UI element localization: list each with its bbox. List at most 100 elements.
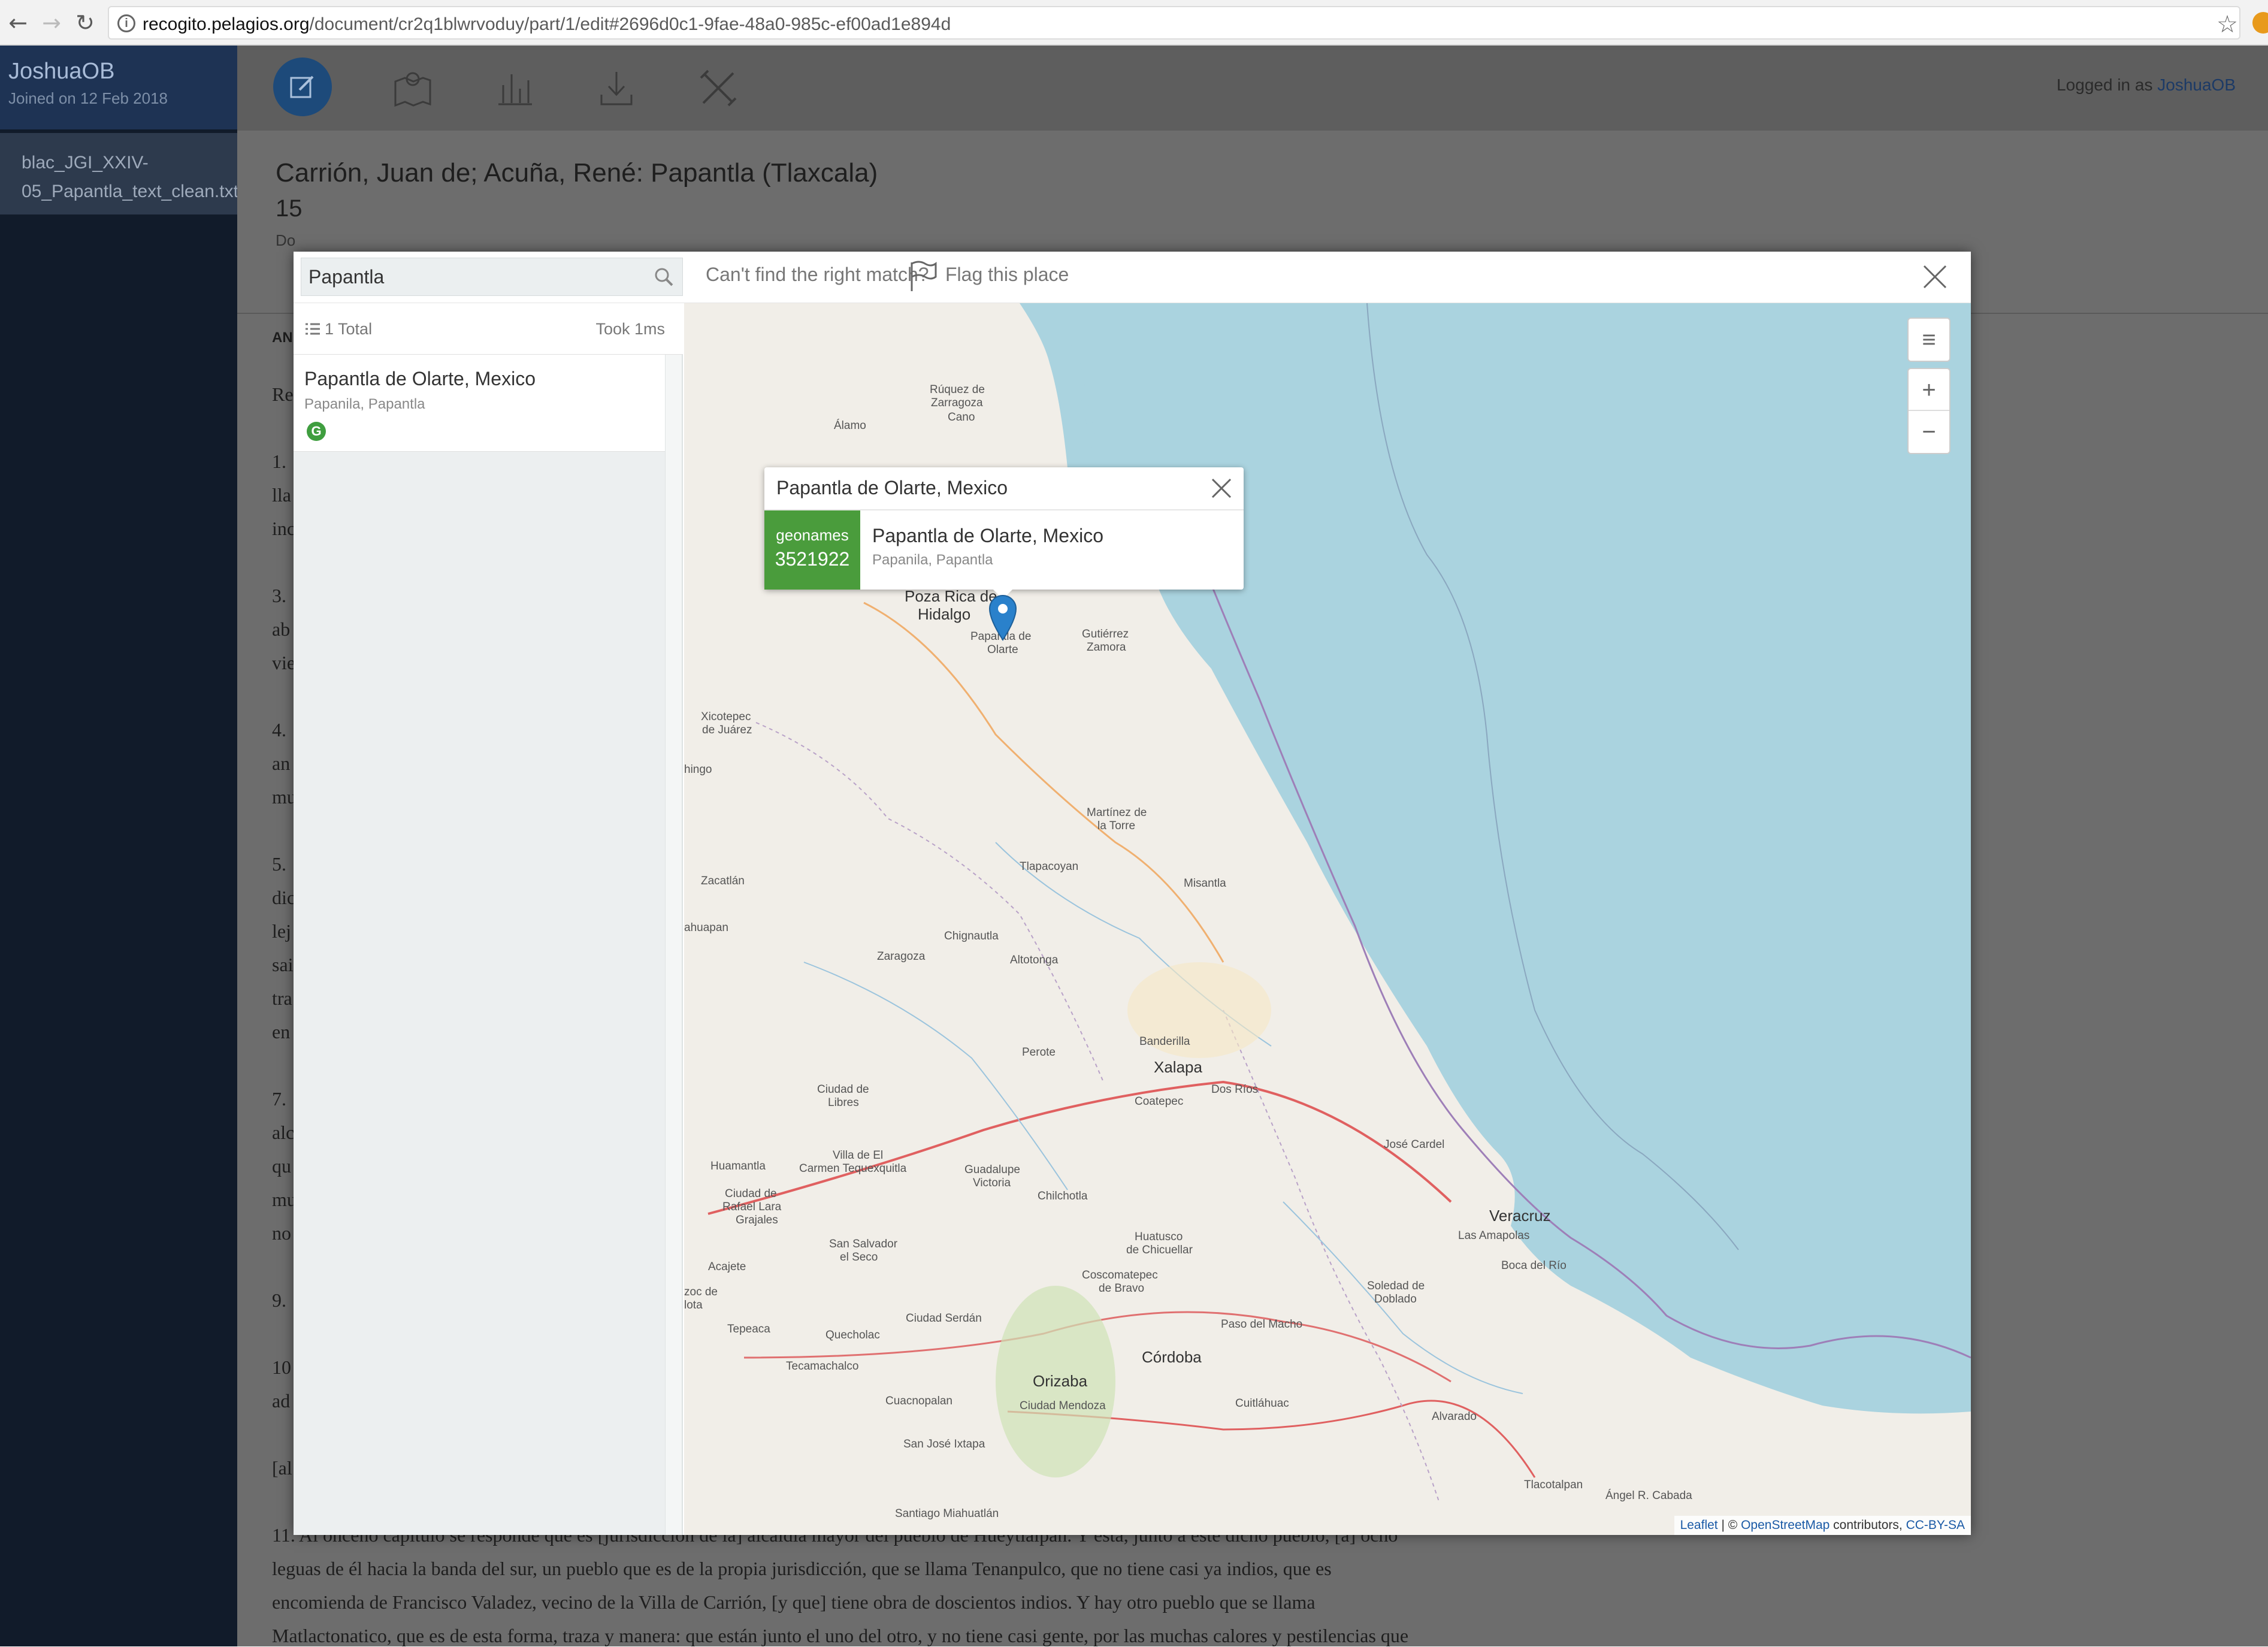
map-tool-icon[interactable] bbox=[392, 67, 434, 109]
map-marker-icon[interactable] bbox=[987, 593, 1018, 641]
result-item[interactable]: Papantla de Olarte, Mexico Papanila, Pap… bbox=[294, 355, 665, 452]
map-label: Zaragoza bbox=[877, 950, 926, 963]
zoom-in-button[interactable]: + bbox=[1909, 369, 1949, 411]
map-label: Tepeaca bbox=[727, 1323, 770, 1335]
map-label: Grajales bbox=[736, 1214, 778, 1226]
text-fragment: vie bbox=[272, 652, 296, 673]
info-icon[interactable]: i bbox=[117, 14, 135, 32]
text-fragment: ad bbox=[272, 1390, 291, 1412]
map-label: lota bbox=[684, 1299, 703, 1311]
toolbar: Logged in as JoshuaOB bbox=[237, 46, 2268, 131]
map-label: Zarragoza bbox=[931, 397, 983, 409]
reload-icon[interactable]: ↻ bbox=[71, 8, 99, 37]
text-line: encomienda de Francisco Valadez, vecino … bbox=[272, 1591, 1316, 1613]
popup-title: Papantla de Olarte, Mexico bbox=[764, 467, 1244, 510]
edit-tool-button[interactable] bbox=[273, 58, 332, 116]
layers-icon[interactable]: ≡ bbox=[1909, 319, 1949, 361]
text-fragment: sai bbox=[272, 954, 294, 975]
map-label: Cuitláhuac bbox=[1235, 1397, 1289, 1410]
map-label: Cano bbox=[948, 411, 975, 424]
text-fragment: lla bbox=[272, 484, 291, 506]
map-label: Villa de El bbox=[833, 1149, 884, 1162]
map-label: de Juárez bbox=[702, 724, 752, 736]
map-label: Alvarado bbox=[1432, 1410, 1477, 1423]
map-label: Cuacnopalan bbox=[885, 1395, 952, 1407]
settings-tool-icon[interactable] bbox=[697, 67, 739, 109]
zoom-control: + − bbox=[1907, 368, 1951, 454]
map-label: Guadalupe bbox=[964, 1164, 1020, 1176]
list-icon bbox=[306, 323, 320, 335]
text-fragment: dic bbox=[272, 887, 296, 908]
text-fragment: inc bbox=[272, 518, 296, 539]
text-fragment: alc bbox=[272, 1122, 295, 1143]
popup-body: Papantla de Olarte, Mexico Papanila, Pap… bbox=[872, 525, 1103, 569]
osm-link[interactable]: OpenStreetMap bbox=[1741, 1518, 1829, 1532]
page: JoshuaOB Joined on 12 Feb 2018 blac_JGI_… bbox=[0, 46, 2268, 1646]
map-label: Dos Ríos bbox=[1211, 1083, 1259, 1096]
stats-tool-icon[interactable] bbox=[494, 67, 536, 109]
map-label: Coatepec bbox=[1135, 1095, 1184, 1108]
text-line: leguas de él hacia la banda del sur, un … bbox=[272, 1558, 1332, 1579]
cant-find-label: Can't find the right match? bbox=[706, 264, 929, 285]
map-label: Libres bbox=[828, 1096, 859, 1109]
address-bar[interactable]: i recogito.pelagios.org/document/cr2q1bl… bbox=[108, 6, 2240, 40]
map-label: Perote bbox=[1022, 1046, 1056, 1059]
flag-icon[interactable] bbox=[908, 260, 938, 292]
text-fragment: 7. bbox=[272, 1088, 286, 1110]
map-label: Banderilla bbox=[1139, 1035, 1190, 1048]
gazetteer-badge[interactable]: geonames 3521922 bbox=[764, 510, 860, 590]
search-results-panel: 1 Total Took 1ms Papantla de Olarte, Mex… bbox=[294, 303, 683, 1535]
gazetteer-id: 3521922 bbox=[775, 548, 850, 570]
zoom-out-button[interactable]: − bbox=[1909, 411, 1949, 453]
map-label: Huamantla bbox=[710, 1160, 766, 1172]
extension-icon[interactable] bbox=[2252, 12, 2268, 34]
map[interactable]: Rúquez de Zarragoza Cano Álamo Poza Rica… bbox=[684, 303, 1971, 1535]
tab-annotations[interactable]: AN bbox=[272, 330, 293, 346]
sidebar-document-item[interactable]: blac_JGI_XXIV-05_Papantla_text_clean.txt bbox=[0, 133, 238, 214]
user-panel[interactable]: JoshuaOB Joined on 12 Feb 2018 bbox=[0, 46, 237, 129]
geonames-badge: G bbox=[307, 422, 326, 441]
text-fragment: lej bbox=[272, 920, 291, 942]
results-scrollbar[interactable] bbox=[665, 355, 682, 1535]
map-label: Soledad de bbox=[1367, 1280, 1425, 1292]
bookmark-star-icon[interactable]: ☆ bbox=[2216, 11, 2238, 38]
sidebar: JoshuaOB Joined on 12 Feb 2018 blac_JGI_… bbox=[0, 46, 238, 1646]
search-icon[interactable] bbox=[654, 267, 674, 287]
edit-icon bbox=[290, 75, 314, 98]
search-input[interactable] bbox=[307, 263, 643, 291]
text-fragment: no bbox=[272, 1222, 291, 1244]
place-popup: Papantla de Olarte, Mexico geonames 3521… bbox=[764, 467, 1244, 599]
map-label: Doblado bbox=[1374, 1293, 1417, 1305]
map-label: Orizaba bbox=[1033, 1372, 1088, 1390]
map-label: Carmen Tequexquitla bbox=[799, 1162, 907, 1175]
download-tool-icon[interactable] bbox=[595, 67, 637, 109]
map-label: Chilchotla bbox=[1038, 1190, 1088, 1202]
text-fragment: 3. bbox=[272, 585, 286, 606]
text-fragment: mu bbox=[272, 786, 297, 808]
close-icon[interactable] bbox=[1921, 262, 1949, 291]
results-summary: 1 Total Took 1ms bbox=[294, 303, 683, 355]
map-label: Álamo bbox=[834, 419, 866, 432]
layers-control[interactable]: ≡ bbox=[1907, 318, 1951, 362]
license-link[interactable]: CC-BY-SA bbox=[1906, 1518, 1965, 1532]
map-label: de Bravo bbox=[1099, 1282, 1145, 1295]
document-subtitle: 15 bbox=[276, 195, 303, 222]
text-fragment: tra bbox=[272, 987, 292, 1009]
forward-icon[interactable]: → bbox=[37, 8, 66, 37]
url-text[interactable]: recogito.pelagios.org/document/cr2q1blwr… bbox=[143, 14, 951, 35]
map-label: Zacatlán bbox=[701, 875, 745, 887]
modal-header: Can't find the right match? Flag this pl… bbox=[294, 252, 1971, 303]
flag-place-link[interactable]: Flag this place bbox=[945, 264, 1069, 286]
logged-in-user[interactable]: JoshuaOB bbox=[2157, 75, 2236, 94]
map-label: la Torre bbox=[1097, 820, 1136, 832]
text-fragment: 9. bbox=[272, 1289, 286, 1311]
map-label: Boca del Río bbox=[1501, 1259, 1567, 1272]
place-search[interactable] bbox=[301, 258, 683, 296]
popup-close-icon[interactable] bbox=[1209, 476, 1234, 501]
map-label: Veracruz bbox=[1489, 1207, 1551, 1225]
map-label: Gutiérrez bbox=[1082, 628, 1129, 640]
username[interactable]: JoshuaOB bbox=[8, 59, 229, 84]
back-icon[interactable]: ← bbox=[4, 8, 32, 37]
map-label: Santiago Miahuatlán bbox=[895, 1507, 999, 1520]
leaflet-link[interactable]: Leaflet bbox=[1680, 1518, 1718, 1532]
